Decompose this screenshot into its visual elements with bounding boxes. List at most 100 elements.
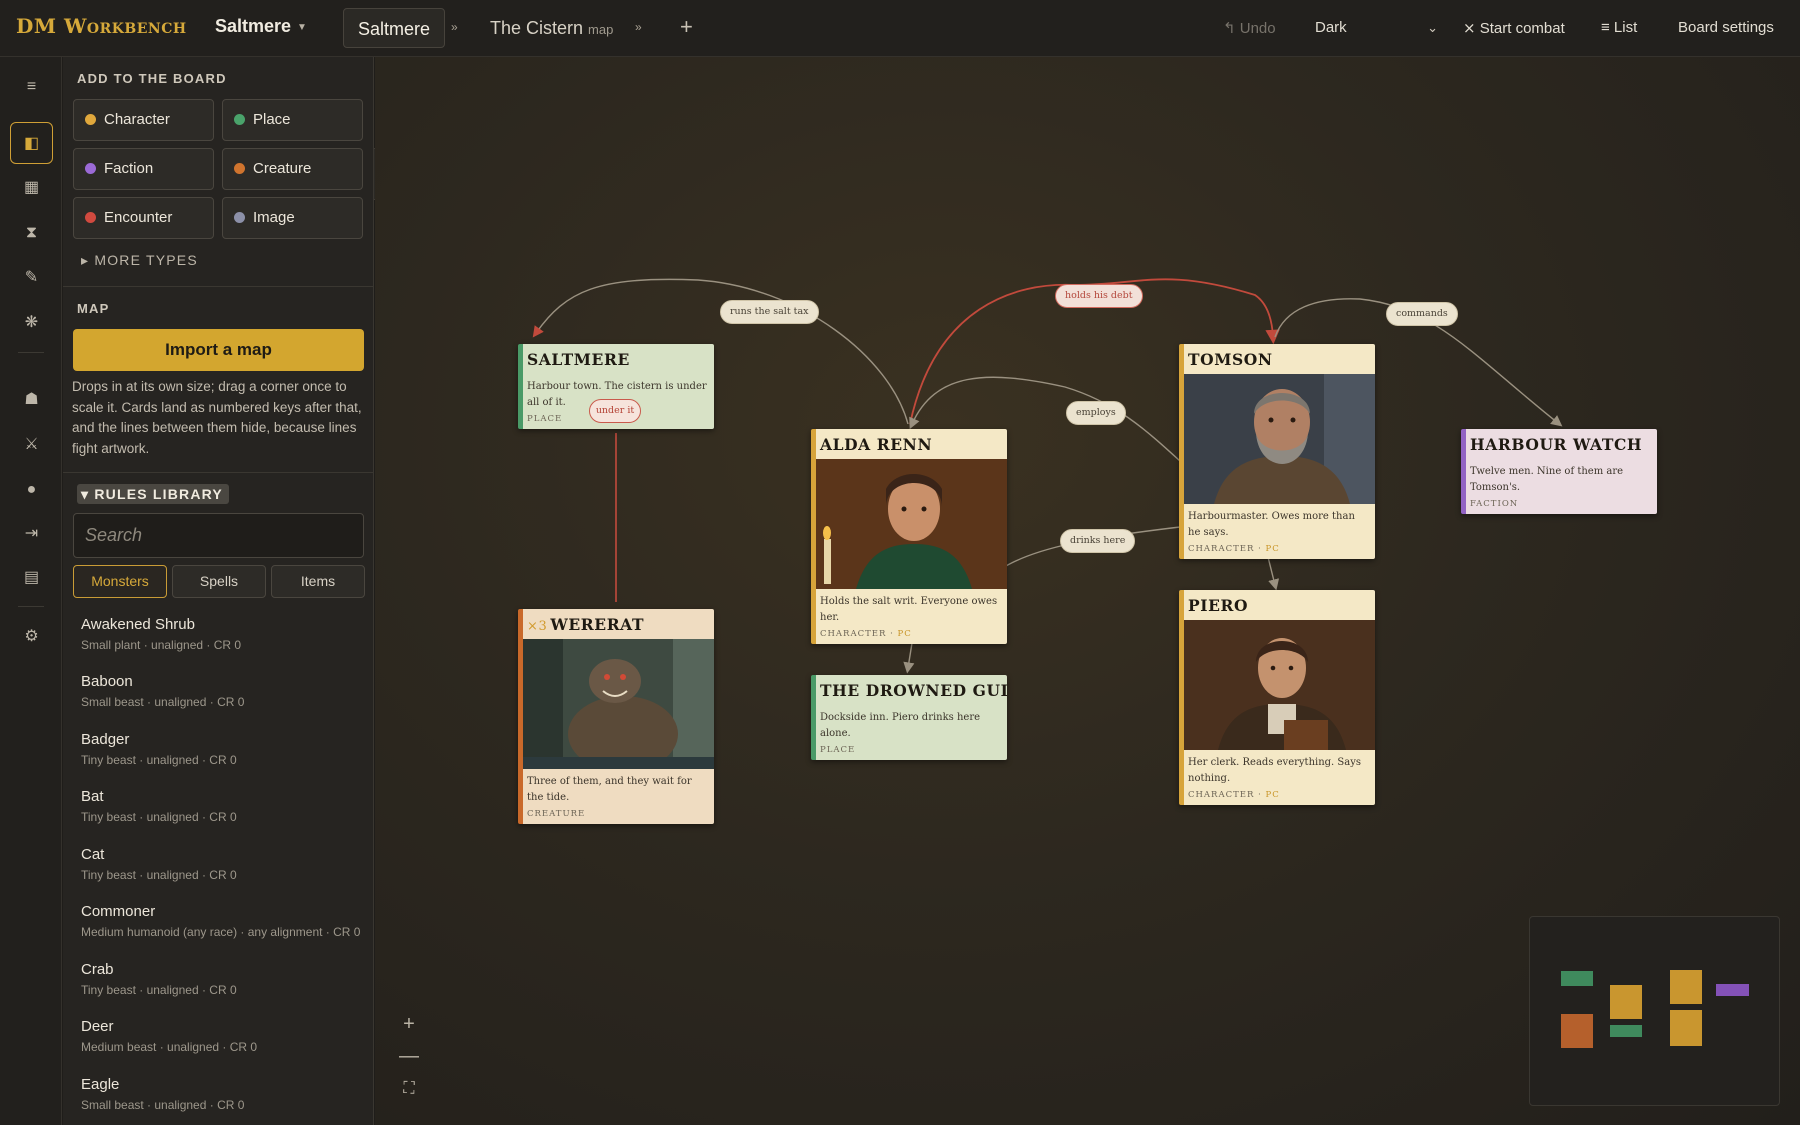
chevron-down-icon: ⌄ bbox=[1427, 20, 1438, 35]
edge-tomson-piero bbox=[1267, 556, 1280, 591]
creature-dot-icon bbox=[234, 163, 245, 174]
side-panel: ADD TO THE BOARD Character Place Faction… bbox=[63, 57, 374, 1125]
monster-meta: Tiny beast · unaligned · CR 0 bbox=[81, 753, 237, 767]
add-character-button[interactable]: Character bbox=[73, 99, 214, 141]
card-description: Her clerk. Reads everything. Says nothin… bbox=[1188, 757, 1361, 784]
hourglass-icon[interactable]: ⧗ bbox=[10, 212, 53, 254]
start-combat-label: Start combat bbox=[1479, 20, 1565, 37]
crossed-swords-icon[interactable]: ⚔ bbox=[10, 424, 53, 466]
edge-label-runs-salt-tax[interactable]: runs the salt tax bbox=[720, 300, 819, 324]
card-the-drowned-gull[interactable]: THE DROWNED GULL Dockside inn. Piero dri… bbox=[811, 675, 1007, 760]
undo-icon: ↰ bbox=[1223, 20, 1240, 37]
grid-icon[interactable]: ▦ bbox=[10, 167, 53, 209]
board-selector[interactable]: Saltmere ▼ bbox=[215, 16, 307, 37]
monster-name: Bat bbox=[81, 788, 104, 805]
more-types-toggle[interactable]: ▸ MORE TYPES bbox=[81, 252, 198, 269]
board-settings-label: Board settings bbox=[1678, 19, 1774, 36]
monster-list-item[interactable]: Cat Tiny beast · unaligned · CR 0 bbox=[81, 845, 366, 882]
pc-tag: PC bbox=[1265, 790, 1280, 800]
add-creature-button[interactable]: Creature bbox=[222, 148, 363, 190]
theme-value: Dark bbox=[1315, 19, 1347, 36]
monster-meta: Medium beast · unaligned · CR 0 bbox=[81, 1040, 258, 1054]
sparkle-icon[interactable]: ❋ bbox=[10, 302, 53, 344]
edge-alda-gull bbox=[903, 642, 915, 674]
tab-items[interactable]: Items bbox=[271, 565, 365, 598]
tab-the-cistern[interactable]: The Cistern map bbox=[476, 8, 627, 48]
list-icon: ≡ bbox=[1601, 19, 1614, 36]
app-brand: DM Workbench bbox=[16, 14, 187, 38]
pc-tag: PC bbox=[1265, 544, 1280, 554]
monster-name: Badger bbox=[81, 731, 130, 748]
edge-label-drinks-here[interactable]: drinks here bbox=[1060, 529, 1136, 553]
export-icon[interactable]: ⇥ bbox=[10, 513, 53, 555]
list-label: List bbox=[1613, 19, 1638, 36]
rules-library-toggle[interactable]: ▾ RULES LIBRARY bbox=[77, 484, 229, 504]
tab-spells[interactable]: Spells bbox=[172, 565, 266, 598]
table-icon[interactable]: ▤ bbox=[10, 557, 53, 599]
add-tab-button[interactable]: + bbox=[680, 14, 693, 40]
pen-icon[interactable]: ✎ bbox=[10, 257, 53, 299]
pc-tag: PC bbox=[897, 629, 912, 639]
card-harbour-watch[interactable]: HARBOUR WATCH Twelve men. Nine of them a… bbox=[1461, 429, 1657, 514]
card-title: TOMSON bbox=[1188, 350, 1273, 369]
start-combat-button[interactable]: ⨯ Start combat bbox=[1463, 19, 1565, 37]
edge-label-commands[interactable]: commands bbox=[1386, 302, 1458, 326]
more-types-label: MORE TYPES bbox=[94, 252, 198, 268]
card-kind-row: CHARACTER · PC bbox=[1188, 790, 1280, 800]
minimap-tomson bbox=[1670, 970, 1702, 1004]
monster-list-item[interactable]: Commoner Medium humanoid (any race) · any… bbox=[81, 902, 366, 939]
dot-icon[interactable]: ● bbox=[10, 469, 53, 511]
import-map-button[interactable]: Import a map bbox=[73, 329, 364, 371]
minimap-alda-renn bbox=[1610, 985, 1642, 1019]
tomson-portrait bbox=[1184, 374, 1375, 504]
card-kind: FACTION bbox=[1470, 499, 1519, 509]
panel-toggle-icon[interactable]: ◧ bbox=[10, 122, 53, 164]
piero-portrait bbox=[1184, 620, 1375, 750]
type-label: Place bbox=[253, 111, 291, 128]
list-view-button[interactable]: ≡ List bbox=[1601, 19, 1637, 36]
minimap-drowned-gull bbox=[1610, 1025, 1642, 1037]
monster-list-item[interactable]: Deer Medium beast · unaligned · CR 0 bbox=[81, 1017, 366, 1054]
monster-list-item[interactable]: Eagle Small beast · unaligned · CR 0 bbox=[81, 1075, 366, 1112]
monster-list-item[interactable]: Awakened Shrub Small plant · unaligned · … bbox=[81, 615, 366, 652]
monster-list-item[interactable]: Bat Tiny beast · unaligned · CR 0 bbox=[81, 787, 366, 824]
minimap-harbour-watch bbox=[1716, 984, 1749, 996]
tab-expand-icon[interactable]: » bbox=[635, 20, 642, 34]
gear-icon[interactable]: ⚙ bbox=[10, 616, 53, 658]
tab-sublabel: map bbox=[588, 22, 614, 37]
theme-select[interactable]: Dark ⌄ bbox=[1308, 10, 1438, 46]
undo-button[interactable]: ↰ Undo bbox=[1223, 19, 1276, 37]
top-bar: DM Workbench Saltmere ▼ Saltmere » The Ci… bbox=[0, 0, 1800, 57]
card-alda-renn[interactable]: ALDA RENN Holds the salt writ. Everyone … bbox=[811, 429, 1007, 644]
monster-list-item[interactable]: Crab Tiny beast · unaligned · CR 0 bbox=[81, 960, 366, 997]
card-wererat[interactable]: ×3 WERERAT Three of them, and they wait f… bbox=[518, 609, 714, 824]
minimap[interactable] bbox=[1529, 916, 1780, 1106]
tab-expand-icon[interactable]: » bbox=[451, 20, 458, 34]
edge-label-under-it[interactable]: under it bbox=[589, 399, 641, 423]
zoom-in-icon[interactable]: + bbox=[395, 1010, 423, 1038]
tab-monsters[interactable]: Monsters bbox=[73, 565, 167, 598]
monster-name: Baboon bbox=[81, 673, 133, 690]
board-settings-button[interactable]: Board settings bbox=[1678, 19, 1774, 36]
edge-label-employs[interactable]: employs bbox=[1066, 401, 1126, 425]
tab-saltmere[interactable]: Saltmere bbox=[343, 8, 446, 48]
card-piero[interactable]: PIERO Her clerk. Reads everything. Says … bbox=[1179, 590, 1375, 805]
monster-list-item[interactable]: Baboon Small beast · unaligned · CR 0 bbox=[81, 672, 366, 709]
add-encounter-button[interactable]: Encounter bbox=[73, 197, 214, 239]
edge-label-holds-his-debt[interactable]: holds his debt bbox=[1055, 284, 1143, 308]
zoom-out-icon[interactable]: — bbox=[395, 1042, 423, 1070]
monster-list-item[interactable]: Badger Tiny beast · unaligned · CR 0 bbox=[81, 730, 366, 767]
monster-meta: Tiny beast · unaligned · CR 0 bbox=[81, 868, 237, 882]
monster-meta: Tiny beast · unaligned · CR 0 bbox=[81, 810, 237, 824]
card-tomson[interactable]: TOMSON Harbourmaster. Owes more than he … bbox=[1179, 344, 1375, 559]
menu-icon[interactable]: ≡ bbox=[10, 66, 53, 108]
character-dot-icon bbox=[85, 114, 96, 125]
add-faction-button[interactable]: Faction bbox=[73, 148, 214, 190]
add-place-button[interactable]: Place bbox=[222, 99, 363, 141]
monster-meta: Tiny beast · unaligned · CR 0 bbox=[81, 983, 237, 997]
add-image-button[interactable]: Image bbox=[222, 197, 363, 239]
fit-screen-icon[interactable]: ⛶ bbox=[395, 1075, 423, 1103]
bell-icon[interactable]: ☗ bbox=[10, 379, 53, 421]
card-title-row: ×3 WERERAT bbox=[523, 609, 714, 639]
rules-search-input[interactable]: Search bbox=[73, 513, 364, 558]
